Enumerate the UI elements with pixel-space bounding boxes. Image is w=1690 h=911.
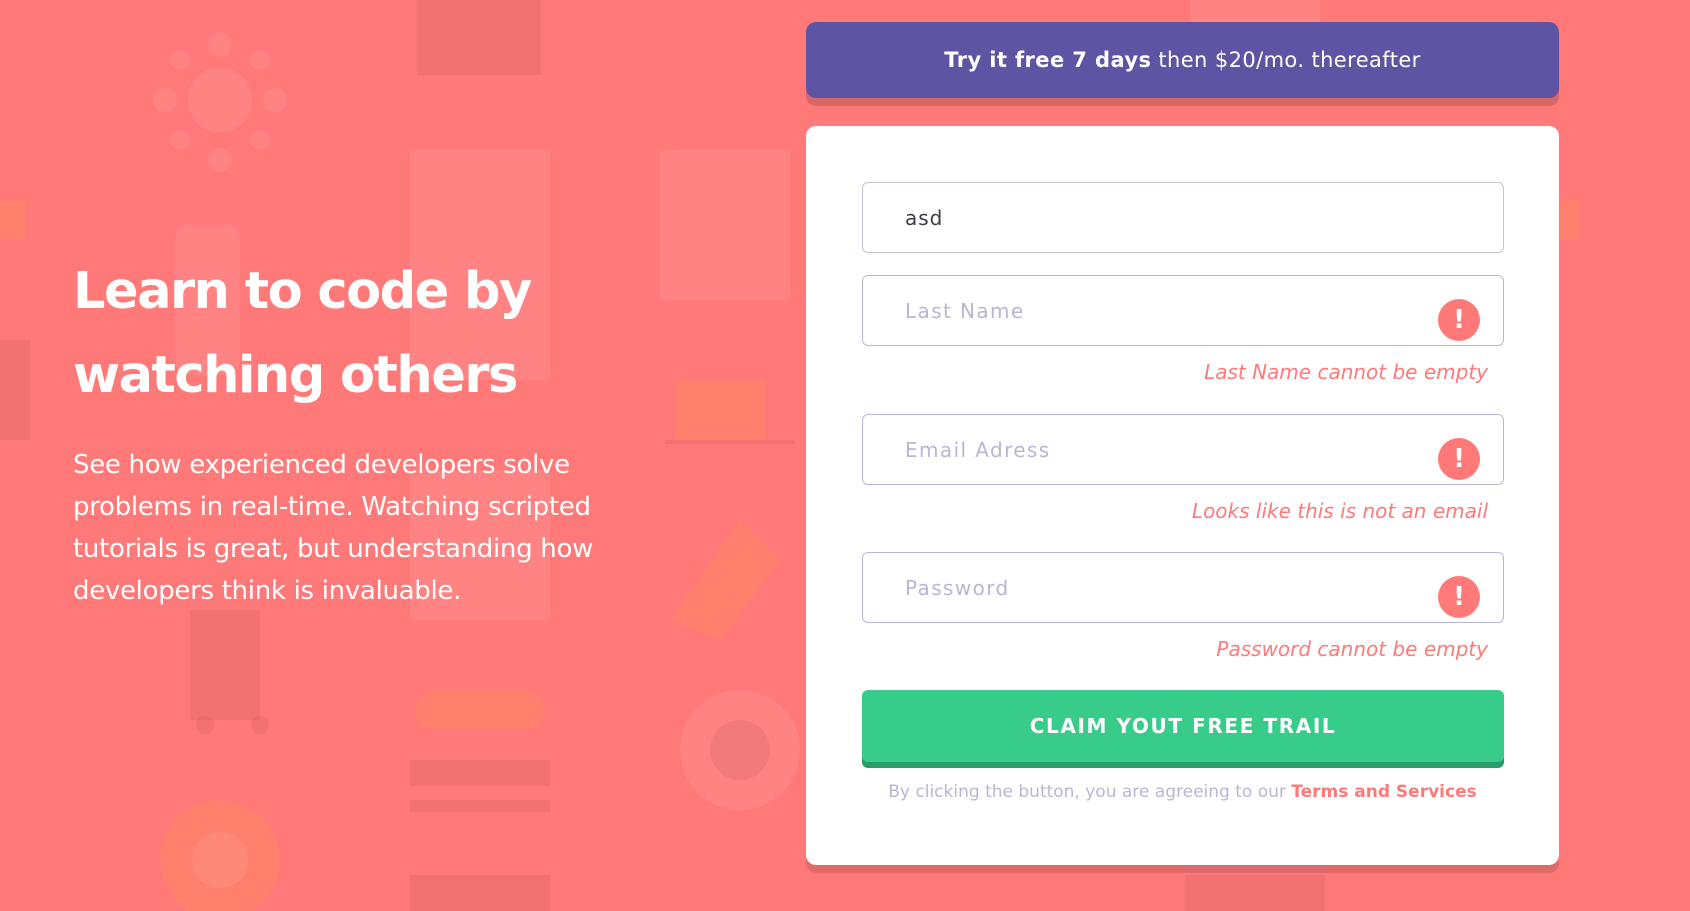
terms-text: By clicking the button, you are agreeing…: [888, 782, 1286, 802]
promo-text: then $20/mo. thereafter: [1158, 48, 1421, 72]
signup-form-card: ! Last Name cannot be empty ! Looks like…: [806, 126, 1559, 865]
hero-section: Learn to code by watching others See how…: [73, 250, 673, 612]
email-input-box: !: [862, 414, 1504, 485]
first-name-input[interactable]: [863, 183, 1503, 252]
email-input[interactable]: [863, 415, 1503, 484]
email-field: ! Looks like this is not an email: [862, 414, 1504, 523]
last-name-field: ! Last Name cannot be empty: [862, 275, 1504, 384]
first-name-input-box: [862, 182, 1504, 253]
terms-link[interactable]: Terms and Services: [1291, 782, 1476, 802]
exclamation-icon: !: [1438, 299, 1480, 341]
hero-description: See how experienced developers solve pro…: [73, 450, 594, 606]
claim-trial-button[interactable]: CLAIM YOUT FREE TRAIL: [862, 690, 1504, 762]
password-error: Password cannot be empty: [1216, 637, 1488, 661]
last-name-input[interactable]: [863, 276, 1503, 345]
terms-notice: By clicking the button, you are agreeing…: [806, 782, 1559, 802]
last-name-error: Last Name cannot be empty: [1204, 360, 1488, 384]
first-name-field: [862, 182, 1504, 253]
email-error: Looks like this is not an email: [1191, 499, 1488, 523]
password-input-box: !: [862, 552, 1504, 623]
exclamation-icon: !: [1438, 576, 1480, 618]
promo-highlight: Try it free 7 days: [944, 48, 1152, 72]
password-field: ! Password cannot be empty: [862, 552, 1504, 661]
network-icon: [153, 33, 287, 172]
last-name-input-box: !: [862, 275, 1504, 346]
exclamation-icon: !: [1438, 438, 1480, 480]
password-input[interactable]: [863, 553, 1503, 622]
hero-title: Learn to code by watching others: [73, 262, 532, 405]
promo-banner: Try it free 7 days then $20/mo. thereaft…: [806, 22, 1559, 98]
